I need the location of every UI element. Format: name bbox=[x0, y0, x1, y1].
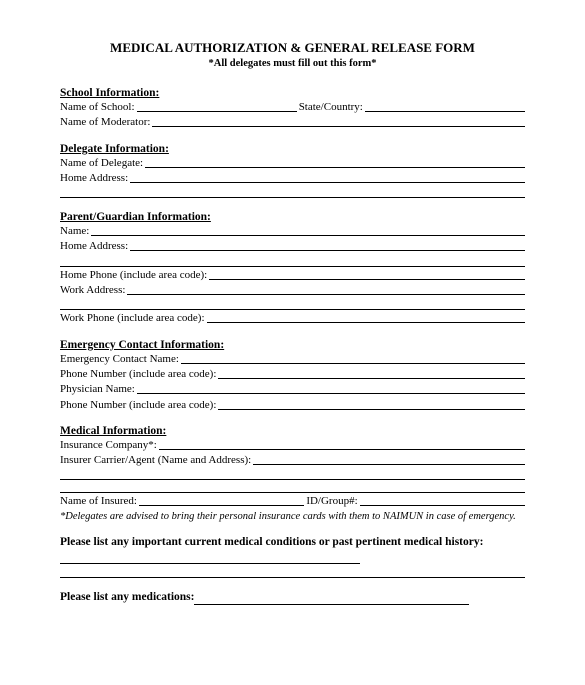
parent-name-row: Name: bbox=[60, 224, 525, 238]
insurance-note: *Delegates are advised to bring their pe… bbox=[60, 511, 525, 524]
conditions-input[interactable] bbox=[60, 553, 360, 564]
carrier-input[interactable] bbox=[253, 453, 525, 465]
emergency-phone1-input[interactable] bbox=[218, 367, 525, 379]
home-phone-input[interactable] bbox=[209, 268, 525, 280]
emergency-name-label: Emergency Contact Name: bbox=[60, 352, 179, 366]
work-phone-label: Work Phone (include area code): bbox=[60, 311, 205, 325]
insurance-label: Insurance Company*: bbox=[60, 438, 157, 452]
form-subtitle: *All delegates must fill out this form* bbox=[60, 58, 525, 69]
work-phone-row: Work Phone (include area code): bbox=[60, 311, 525, 325]
conditions-line2[interactable] bbox=[60, 566, 525, 578]
delegate-address-row: Home Address: bbox=[60, 171, 525, 185]
work-phone-input[interactable] bbox=[207, 311, 526, 323]
school-header: School Information: bbox=[60, 87, 525, 99]
home-phone-row: Home Phone (include area code): bbox=[60, 268, 525, 282]
parent-address-line2[interactable] bbox=[60, 255, 525, 267]
carrier-label: Insurer Carrier/Agent (Name and Address)… bbox=[60, 453, 251, 467]
delegate-address-input[interactable] bbox=[130, 171, 525, 183]
insurance-row: Insurance Company*: bbox=[60, 438, 525, 452]
emergency-name-row: Emergency Contact Name: bbox=[60, 352, 525, 366]
parent-address-row: Home Address: bbox=[60, 239, 525, 253]
delegate-name-input[interactable] bbox=[145, 156, 525, 168]
state-input[interactable] bbox=[365, 100, 525, 112]
medical-header: Medical Information: bbox=[60, 425, 525, 437]
school-name-row: Name of School: State/Country: bbox=[60, 100, 525, 114]
work-address-row: Work Address: bbox=[60, 283, 525, 297]
medications-input[interactable] bbox=[194, 594, 469, 605]
physician-input[interactable] bbox=[137, 382, 525, 394]
home-phone-label: Home Phone (include area code): bbox=[60, 268, 207, 282]
emergency-phone2-label: Phone Number (include area code): bbox=[60, 398, 216, 412]
moderator-row: Name of Moderator: bbox=[60, 115, 525, 129]
carrier-line2[interactable] bbox=[60, 468, 525, 480]
emergency-phone2-row: Phone Number (include area code): bbox=[60, 398, 525, 412]
parent-name-label: Name: bbox=[60, 224, 89, 238]
delegate-address-label: Home Address: bbox=[60, 171, 128, 185]
emergency-phone1-label: Phone Number (include area code): bbox=[60, 367, 216, 381]
parent-address-input[interactable] bbox=[130, 239, 525, 251]
parent-name-input[interactable] bbox=[91, 224, 525, 236]
insured-label: Name of Insured: bbox=[60, 494, 137, 508]
carrier-line3[interactable] bbox=[60, 481, 525, 493]
insurance-input[interactable] bbox=[159, 438, 525, 450]
emergency-header: Emergency Contact Information: bbox=[60, 339, 525, 351]
parent-address-label: Home Address: bbox=[60, 239, 128, 253]
delegate-address-line2[interactable] bbox=[60, 186, 525, 198]
school-name-input[interactable] bbox=[137, 100, 297, 112]
insured-input[interactable] bbox=[139, 494, 304, 506]
work-address-line2[interactable] bbox=[60, 298, 525, 310]
conditions-question: Please list any important current medica… bbox=[60, 536, 525, 564]
carrier-row: Insurer Carrier/Agent (Name and Address)… bbox=[60, 453, 525, 467]
school-name-label: Name of School: bbox=[60, 100, 135, 114]
physician-row: Physician Name: bbox=[60, 382, 525, 396]
delegate-name-row: Name of Delegate: bbox=[60, 156, 525, 170]
group-input[interactable] bbox=[360, 494, 525, 506]
insured-row: Name of Insured: ID/Group#: bbox=[60, 494, 525, 508]
emergency-name-input[interactable] bbox=[181, 352, 525, 364]
medications-question: Please list any medications: bbox=[60, 591, 525, 605]
moderator-label: Name of Moderator: bbox=[60, 115, 150, 129]
form-title: MEDICAL AUTHORIZATION & GENERAL RELEASE … bbox=[60, 40, 525, 56]
emergency-phone1-row: Phone Number (include area code): bbox=[60, 367, 525, 381]
moderator-input[interactable] bbox=[152, 115, 525, 127]
delegate-header: Delegate Information: bbox=[60, 143, 525, 155]
parent-header: Parent/Guardian Information: bbox=[60, 211, 525, 223]
work-address-label: Work Address: bbox=[60, 283, 125, 297]
physician-label: Physician Name: bbox=[60, 382, 135, 396]
group-label: ID/Group#: bbox=[306, 494, 357, 508]
emergency-phone2-input[interactable] bbox=[218, 398, 525, 410]
work-address-input[interactable] bbox=[127, 283, 525, 295]
delegate-name-label: Name of Delegate: bbox=[60, 156, 143, 170]
state-label: State/Country: bbox=[299, 100, 363, 114]
